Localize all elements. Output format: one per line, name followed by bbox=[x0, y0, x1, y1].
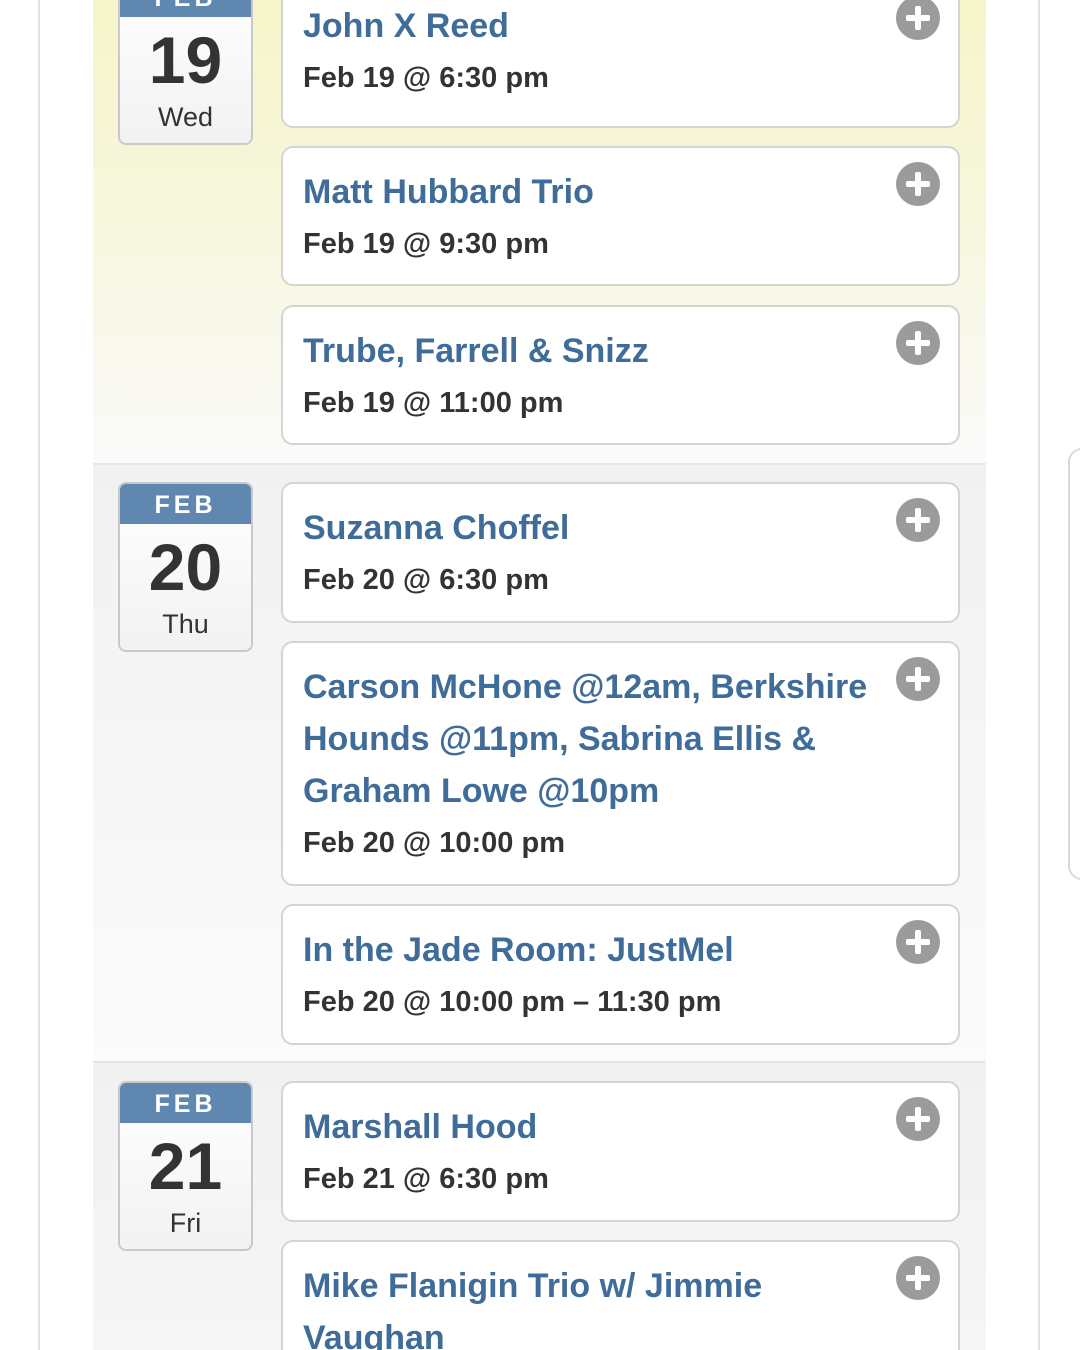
event-card[interactable]: Trube, Farrell & Snizz Feb 19 @ 11:00 pm bbox=[281, 305, 960, 445]
add-to-calendar-plus-icon[interactable] bbox=[896, 920, 940, 964]
date-day-number: 19 bbox=[148, 23, 223, 97]
event-time: Feb 20 @ 10:00 pm – 11:30 pm bbox=[303, 986, 722, 1018]
date-weekday: Thu bbox=[162, 609, 209, 639]
date-day-number: 21 bbox=[148, 1129, 223, 1203]
date-weekday: Fri bbox=[169, 1208, 202, 1238]
event-time: Feb 19 @ 11:00 pm bbox=[303, 387, 564, 419]
date-badge: FEB 19 Wed bbox=[118, 0, 253, 145]
event-time: Feb 19 @ 9:30 pm bbox=[303, 228, 549, 260]
content-border-right bbox=[1038, 0, 1040, 1350]
event-title-link[interactable]: John X Reed bbox=[303, 0, 876, 52]
add-to-calendar-plus-icon[interactable] bbox=[896, 0, 940, 40]
event-time: Feb 20 @ 6:30 pm bbox=[303, 564, 549, 596]
event-card[interactable]: Mike Flanigin Trio w/ Jimmie Vaughan bbox=[281, 1240, 960, 1350]
add-to-calendar-plus-icon[interactable] bbox=[896, 162, 940, 206]
day-group-feb-20: FEB 20 Thu Suzanna Choffel Feb 20 @ 6:30… bbox=[93, 463, 986, 1061]
event-card[interactable]: Matt Hubbard Trio Feb 19 @ 9:30 pm bbox=[281, 146, 960, 286]
date-month: FEB bbox=[120, 484, 251, 524]
event-title-link[interactable]: Trube, Farrell & Snizz bbox=[303, 325, 876, 377]
add-to-calendar-plus-icon[interactable] bbox=[896, 657, 940, 701]
date-month: FEB bbox=[120, 0, 251, 17]
day-group-feb-19: FEB 19 Wed John X Reed Feb 19 @ 6:30 pm … bbox=[93, 0, 986, 463]
event-card[interactable]: Carson McHone @12am, Berkshire Hounds @1… bbox=[281, 641, 960, 886]
add-to-calendar-plus-icon[interactable] bbox=[896, 1256, 940, 1300]
date-day-number: 20 bbox=[148, 530, 223, 604]
date-badge: FEB 21 Fri bbox=[118, 1081, 253, 1251]
add-to-calendar-plus-icon[interactable] bbox=[896, 321, 940, 365]
events-list-page: FEB 19 Wed John X Reed Feb 19 @ 6:30 pm … bbox=[0, 0, 1080, 1350]
event-card[interactable]: In the Jade Room: JustMel Feb 20 @ 10:00… bbox=[281, 904, 960, 1045]
event-card[interactable]: John X Reed Feb 19 @ 6:30 pm bbox=[281, 0, 960, 128]
event-time: Feb 21 @ 6:30 pm bbox=[303, 1163, 549, 1195]
event-time: Feb 20 @ 10:00 pm bbox=[303, 827, 565, 859]
event-time: Feb 19 @ 6:30 pm bbox=[303, 62, 549, 94]
content-border-left bbox=[38, 0, 40, 1350]
event-title-link[interactable]: Carson McHone @12am, Berkshire Hounds @1… bbox=[303, 661, 876, 817]
event-title-link[interactable]: Marshall Hood bbox=[303, 1101, 876, 1153]
event-title-link[interactable]: Mike Flanigin Trio w/ Jimmie Vaughan bbox=[303, 1260, 876, 1350]
event-card[interactable]: Suzanna Choffel Feb 20 @ 6:30 pm bbox=[281, 482, 960, 623]
add-to-calendar-plus-icon[interactable] bbox=[896, 498, 940, 542]
event-title-link[interactable]: Matt Hubbard Trio bbox=[303, 166, 876, 218]
day-group-feb-21: FEB 21 Fri Marshall Hood Feb 21 @ 6:30 p… bbox=[93, 1061, 986, 1350]
edge-panel-handle[interactable] bbox=[1068, 448, 1080, 880]
date-weekday: Wed bbox=[157, 102, 214, 132]
date-month: FEB bbox=[120, 1083, 251, 1123]
event-title-link[interactable]: Suzanna Choffel bbox=[303, 502, 876, 554]
event-title-link[interactable]: In the Jade Room: JustMel bbox=[303, 924, 876, 976]
date-badge: FEB 20 Thu bbox=[118, 482, 253, 652]
event-card[interactable]: Marshall Hood Feb 21 @ 6:30 pm bbox=[281, 1081, 960, 1222]
add-to-calendar-plus-icon[interactable] bbox=[896, 1097, 940, 1141]
